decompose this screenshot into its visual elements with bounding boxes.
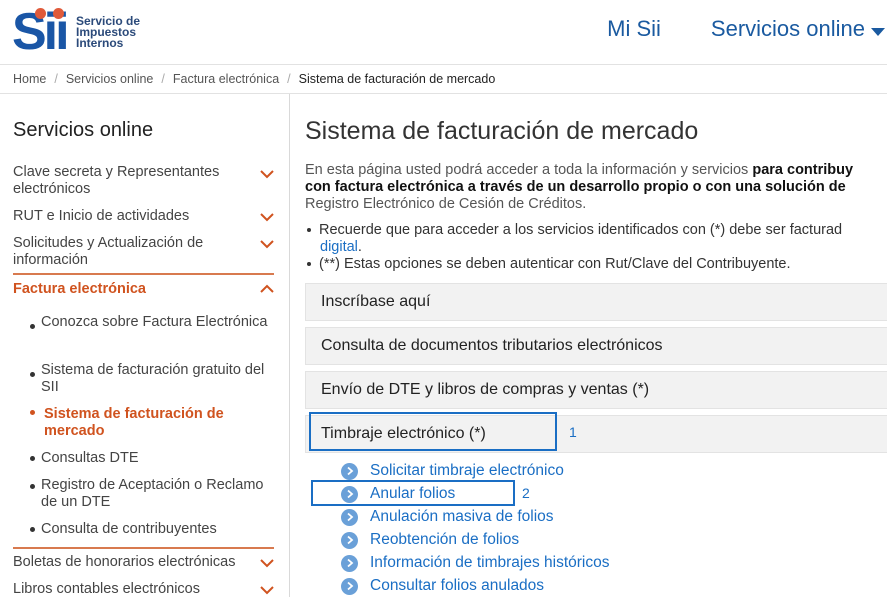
chevron-up-icon[interactable] [259,281,275,297]
breadcrumb-factura[interactable]: Factura electrónica [173,72,279,86]
link-reobtencion-folios[interactable]: Reobtención de folios [341,530,519,550]
intro-line: Registro Electrónico de Cesión de Crédit… [305,196,587,212]
top-nav: Mi Sii Servicios online [607,16,887,42]
chevron-right-circle-icon [341,462,358,480]
sidebar-subitem-gratuito[interactable]: Sistema de facturación gratuito del SII [41,362,277,396]
note-line-cont: digital. [320,239,362,256]
breadcrumb-separator: / [287,72,291,86]
intro-line: con factura electrónica a través de un d… [305,179,887,196]
bullet-icon [30,410,35,415]
note-text: (**) Estas opciones se deben autenticar … [319,256,791,272]
intro-text-part: En esta página usted podrá acceder a tod… [305,162,753,178]
bullet-icon [30,456,35,461]
breadcrumb-home[interactable]: Home [13,72,46,86]
chevron-down-icon[interactable] [259,209,275,225]
chevron-right-circle-icon [341,577,358,595]
sidebar-title: Servicios online [13,119,154,141]
page-title: Sistema de facturación de mercado [305,117,699,145]
note-line: Recuerde que para acceder a los servicio… [307,222,842,239]
breadcrumb: Home / Servicios online / Factura electr… [0,64,887,94]
page: Sii Servicio de Impuestos Internos Mi Si… [0,0,887,597]
accordion-inscribase[interactable]: Inscríbase aquí [305,283,887,321]
note-text: Recuerde que para acceder a los servicio… [319,222,843,238]
accordion-envio-dte[interactable]: Envío de DTE y libros de compras y venta… [305,371,887,409]
sidebar-divider [13,273,274,275]
bullet-icon [30,484,35,489]
sii-logo-mark: Sii [12,6,70,58]
intro-text: En esta página usted podrá acceder a tod… [305,162,887,213]
intro-bold-line: con factura electrónica a través de un d… [305,179,846,195]
bullet-icon [30,372,35,377]
note-line: (**) Estas opciones se deben autenticar … [307,256,791,273]
sidebar-subitem-consultas[interactable]: Consultas DTE [41,450,277,467]
breadcrumb-current: Sistema de facturación de mercado [298,72,496,86]
sidebar-item-rut[interactable]: RUT e Inicio de actividades [13,208,253,225]
chevron-right-circle-icon [341,531,358,549]
firma-digital-link[interactable]: digital [320,239,358,255]
bullet-icon [30,324,35,329]
link-label: Anulación masiva de folios [370,508,554,525]
nav-servicios-online[interactable]: Servicios online [711,16,885,42]
highlight-number-2: 2 [522,485,530,501]
highlight-box-1 [309,412,557,451]
sidebar-item-factura[interactable]: Factura electrónica [13,281,253,298]
breadcrumb-separator: / [54,72,58,86]
link-label: Solicitar timbraje electrónico [370,462,564,479]
logo-wordmark: Servicio de Impuestos Internos [76,15,140,50]
bullet-icon [307,228,311,233]
sidebar-item-solicitudes[interactable]: Solicitudes y Actualización de informaci… [13,235,253,269]
chevron-right-circle-icon [341,508,358,526]
sidebar-subitem-conozca[interactable]: Conozca sobre Factura Electrónica [41,314,277,331]
nav-mi-sii[interactable]: Mi Sii [607,16,661,42]
site-header: Sii Servicio de Impuestos Internos Mi Si… [0,0,887,64]
intro-bold-part: para contribuy [752,162,854,178]
chevron-down-icon[interactable] [259,166,275,182]
link-solicitar-timbraje[interactable]: Solicitar timbraje electrónico [341,461,564,481]
sidebar-divider [13,547,274,549]
note-text: . [357,239,362,255]
link-anulacion-masiva[interactable]: Anulación masiva de folios [341,507,554,527]
logo-dot [53,8,64,19]
sidebar-subitem-contribuyentes[interactable]: Consulta de contribuyentes [41,521,277,538]
sidebar-item-boletas[interactable]: Boletas de honorarios electrónicas [13,554,253,571]
sidebar-item-clave[interactable]: Clave secreta y Representantes electróni… [13,164,253,198]
link-folios-anulados[interactable]: Consultar folios anulados [341,576,544,596]
link-label: Información de timbrajes históricos [370,554,610,571]
chevron-down-icon[interactable] [259,555,275,571]
accordion-consulta-dte[interactable]: Consulta de documentos tributarios elect… [305,327,887,365]
chevron-down-icon[interactable] [259,236,275,252]
sidebar-subitem-mercado[interactable]: Sistema de facturación de mercado [44,406,280,440]
link-label: Reobtención de folios [370,531,520,548]
bullet-icon [307,262,311,267]
intro-line: En esta página usted podrá acceder a tod… [305,162,887,179]
highlight-number-1: 1 [569,424,577,440]
chevron-down-icon[interactable] [259,582,275,597]
sii-logo[interactable]: Sii Servicio de Impuestos Internos [12,6,140,58]
sidebar: Servicios online Clave secreta y Represe… [0,94,290,597]
chevron-right-circle-icon [341,554,358,572]
caret-down-icon [871,27,885,36]
logo-line: Internos [76,35,124,50]
breadcrumb-separator: / [161,72,165,86]
link-timbrajes-historicos[interactable]: Información de timbrajes históricos [341,553,610,573]
link-label: Consultar folios anulados [370,577,545,594]
highlight-box-2 [311,480,515,506]
sidebar-subitem-registro[interactable]: Registro de Aceptación o Reclamo de un D… [41,477,277,511]
nav-servicios-label: Servicios online [710,16,865,41]
sidebar-item-libros[interactable]: Libros contables electrónicos [13,581,253,597]
logo-dot [35,8,46,19]
bullet-icon [30,527,35,532]
breadcrumb-servicios[interactable]: Servicios online [66,72,154,86]
